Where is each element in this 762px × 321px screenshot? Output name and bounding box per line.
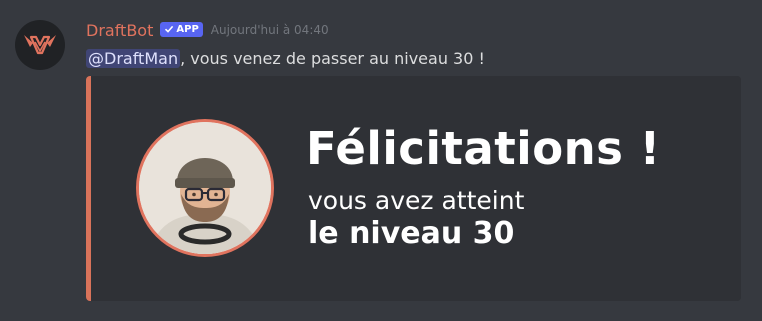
- author-avatar[interactable]: [15, 20, 65, 70]
- level-up-card-image[interactable]: Félicitations ! vous avez atteint le niv…: [91, 76, 741, 301]
- banner-title: Félicitations !: [306, 122, 661, 175]
- check-icon: [165, 25, 174, 33]
- banner-subtitle: vous avez atteint: [308, 186, 525, 215]
- app-badge-label: APP: [176, 23, 199, 35]
- message-content: @DraftMan, vous venez de passer au nivea…: [86, 47, 485, 71]
- embed: Félicitations ! vous avez atteint le niv…: [86, 76, 741, 301]
- banner-level: le niveau 30: [308, 216, 515, 251]
- message-text: , vous venez de passer au niveau 30 !: [180, 49, 485, 68]
- message-header: DraftBot APP Aujourd'hui à 04:40: [86, 18, 329, 42]
- app-badge: APP: [160, 21, 203, 37]
- profile-picture: [139, 122, 271, 254]
- draftbot-logo-icon: [24, 35, 56, 55]
- author-name[interactable]: DraftBot: [86, 21, 153, 40]
- profile-picture-ring: [136, 119, 274, 257]
- message-timestamp: Aujourd'hui à 04:40: [210, 23, 329, 37]
- user-mention[interactable]: @DraftMan: [86, 49, 181, 68]
- chat-message: DraftBot APP Aujourd'hui à 04:40 @DraftM…: [0, 0, 762, 321]
